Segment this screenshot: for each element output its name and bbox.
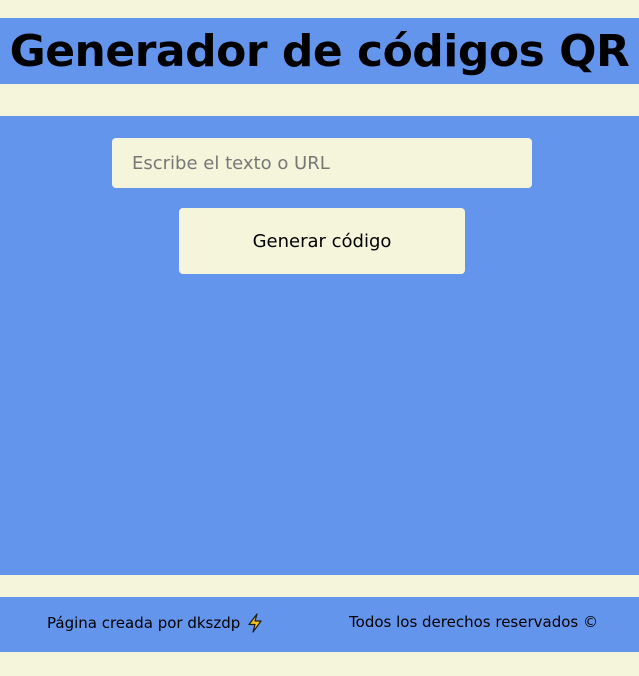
page-title: Generador de códigos QR [9, 25, 630, 77]
page-footer: Página creada por dkszdp Todos los derec… [0, 597, 639, 652]
generate-code-button[interactable]: Generar código [179, 208, 465, 274]
generator-panel: Generar código [0, 116, 639, 575]
lightning-bolt-icon [248, 613, 262, 633]
footer-credit-text: Página creada por dkszdp [47, 614, 241, 632]
page-header: Generador de códigos QR [0, 18, 639, 84]
footer-credit: Página creada por dkszdp [47, 613, 264, 633]
footer-rights: Todos los derechos reservados © [349, 613, 598, 631]
text-url-input[interactable] [112, 138, 532, 188]
